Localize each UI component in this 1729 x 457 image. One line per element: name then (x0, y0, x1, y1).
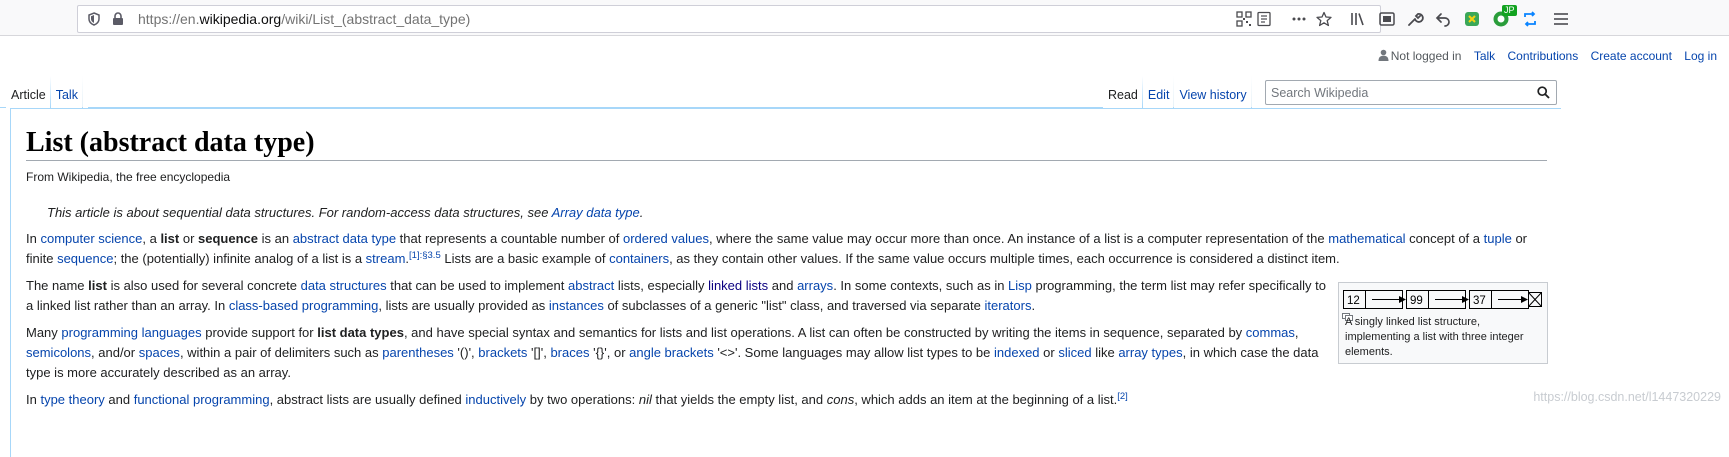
tab-edit[interactable]: Edit (1142, 76, 1175, 108)
create-account-link[interactable]: Create account (1591, 49, 1672, 63)
array-data-type-link[interactable]: Array data type (552, 205, 640, 220)
link[interactable]: stream (366, 251, 406, 266)
paragraph-3-line-2: semicolons, and/or spaces, within a pair… (26, 345, 1319, 360)
list-node-value: 12 (1347, 295, 1360, 307)
namespace-tabs: Article Talk (6, 76, 83, 108)
search-placeholder: Search Wikipedia (1271, 86, 1369, 100)
link[interactable]: abstract data type (293, 231, 396, 246)
link[interactable]: array types (1118, 345, 1182, 360)
back-arrow-icon[interactable] (1434, 10, 1452, 28)
url-text[interactable]: https://en.wikipedia.org/wiki/List_(abst… (138, 11, 470, 27)
link[interactable]: sequence (57, 251, 113, 266)
site-subtitle: From Wikipedia, the free encyclopedia (26, 170, 231, 184)
link[interactable]: mathematical (1328, 231, 1405, 246)
link[interactable]: linked lists (708, 278, 768, 293)
tab-talk[interactable]: Talk (50, 76, 83, 108)
sidebar-icon[interactable] (1378, 10, 1396, 28)
link[interactable]: sliced (1058, 345, 1091, 360)
link[interactable]: instances (549, 298, 604, 313)
link[interactable]: indexed (994, 345, 1040, 360)
page-title: List (abstract data type) (26, 127, 315, 158)
paragraph-1-line-2: finite sequence; the (potentially) infin… (26, 250, 1340, 266)
search-icon[interactable] (1537, 86, 1550, 99)
link[interactable]: Lisp (1008, 278, 1032, 293)
link[interactable]: parentheses (382, 345, 454, 360)
wrench-icon[interactable] (1406, 10, 1424, 28)
link[interactable]: abstract (568, 278, 614, 293)
view-tabs: Read Edit View history (1103, 76, 1252, 108)
link[interactable]: type theory (40, 392, 104, 407)
list-node-value: 37 (1473, 295, 1486, 307)
personal-tools: Not logged in Talk Contributions Create … (1378, 49, 1717, 63)
tab-read[interactable]: Read (1103, 76, 1143, 108)
paragraph-4-line-1: In type theory and functional programmin… (26, 391, 1128, 407)
link[interactable]: containers (609, 251, 669, 266)
user-icon (1378, 49, 1389, 61)
tab-article[interactable]: Article (6, 76, 51, 108)
list-node-value: 99 (1410, 295, 1423, 307)
not-logged-in-label: Not logged in (1390, 49, 1462, 63)
link[interactable]: iterators (984, 298, 1031, 313)
page-actions-icon[interactable] (1291, 11, 1307, 27)
citation-link[interactable]: [2] (1117, 391, 1128, 402)
watermark: https://blog.csdn.net/l1447320229 (1533, 390, 1721, 404)
library-icon[interactable] (1349, 10, 1367, 28)
search-input[interactable]: Search Wikipedia (1265, 80, 1557, 105)
tracking-shield-icon[interactable] (87, 12, 101, 26)
link[interactable]: commas (1246, 325, 1295, 340)
contributions-link[interactable]: Contributions (1508, 49, 1579, 63)
link[interactable]: braces (550, 345, 589, 360)
link[interactable]: arrays (797, 278, 833, 293)
extension-badge: JP (1502, 5, 1517, 16)
link[interactable]: brackets (478, 345, 527, 360)
paragraph-2-line-1: The name list is also used for several c… (26, 278, 1326, 293)
link[interactable]: ordered values (623, 231, 709, 246)
bookmark-star-icon[interactable] (1316, 11, 1332, 27)
paragraph-2-line-2: a linked list rather than an array. In c… (26, 298, 1036, 313)
qr-code-icon[interactable] (1236, 11, 1252, 27)
link[interactable]: semicolons (26, 345, 91, 360)
paragraph-3-line-3: type is more accurately described as an … (26, 365, 291, 380)
link[interactable]: angle brackets (629, 345, 714, 360)
lock-icon[interactable] (112, 12, 124, 26)
linked-list-diagram[interactable]: 12 99 37 (1342, 287, 1544, 311)
thumbnail-caption: A singly linked list structure, implemen… (1345, 316, 1524, 358)
tab-view-history[interactable]: View history (1174, 76, 1252, 108)
log-in-link[interactable]: Log in (1684, 49, 1717, 63)
user-talk-link[interactable]: Talk (1474, 49, 1495, 63)
citation-link[interactable]: [1]:§3.5 (409, 250, 441, 261)
reader-view-icon[interactable] (1256, 11, 1272, 27)
menu-icon[interactable] (1552, 10, 1570, 28)
link[interactable]: tuple (1484, 231, 1512, 246)
link[interactable]: data structures (301, 278, 387, 293)
paragraph-3-line-1: Many programming languages provide suppo… (26, 325, 1299, 340)
extension-green-icon[interactable] (1463, 10, 1481, 28)
browser-toolbar: https://en.wikipedia.org/wiki/List_(abst… (0, 0, 1729, 36)
paragraph-1-line-1: In computer science, a list or sequence … (26, 231, 1527, 246)
hatnote: This article is about sequential data st… (47, 205, 644, 220)
link[interactable]: functional programming (134, 392, 270, 407)
link[interactable]: computer science (40, 231, 142, 246)
sync-icon[interactable] (1521, 10, 1539, 28)
link[interactable]: inductively (465, 392, 526, 407)
link[interactable]: spaces (139, 345, 180, 360)
thumbnail-figure: 12 99 37 A singly linked list structure,… (1338, 282, 1548, 364)
title-divider (26, 160, 1547, 161)
link[interactable]: programming languages (61, 325, 201, 340)
address-bar[interactable]: https://en.wikipedia.org/wiki/List_(abst… (77, 5, 1381, 33)
link[interactable]: class-based programming (229, 298, 379, 313)
